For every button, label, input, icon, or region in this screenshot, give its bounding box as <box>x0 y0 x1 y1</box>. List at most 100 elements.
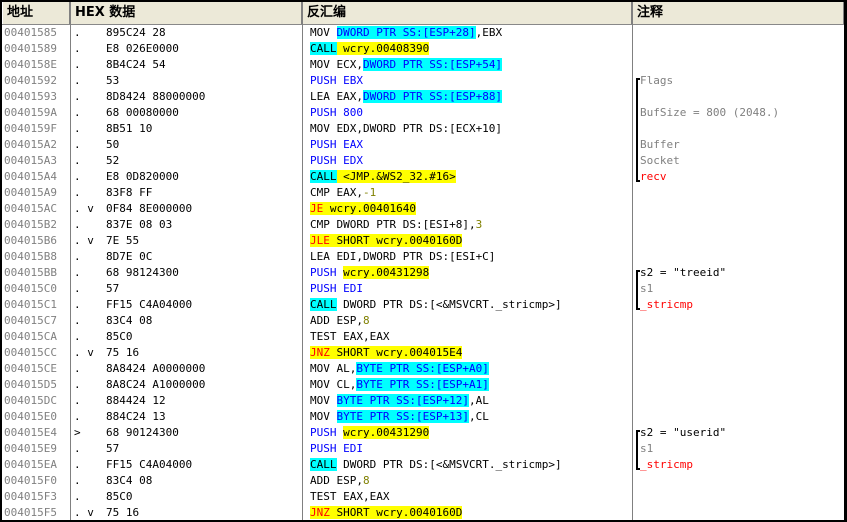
disassembly-cell: MOV EDX,DWORD PTR DS:[ECX+10] <box>310 121 635 137</box>
comment-cell <box>640 489 844 505</box>
instruction-row[interactable]: 004015F5 . v 75 16 JNZ SHORT wcry.0040160D <box>2 505 844 520</box>
instruction-row[interactable]: 00401593. 8D8424 88000000 LEA EAX,DWORD PT… <box>2 89 844 105</box>
instruction-row[interactable]: 004015E4 >68 90124300 PUSH wcry.00431290 s2… <box>2 425 844 441</box>
disassembler-window: 地址 HEX 数据 反汇编 注释 00401585. 895C24 28 MOV D… <box>0 0 847 522</box>
instruction-row[interactable]: 004015B6 . v 7E 55 JLE SHORT wcry.0040160D <box>2 233 844 249</box>
instruction-row[interactable]: 004015A3. 52 PUSH EDX Socket <box>2 153 844 169</box>
hex-cell: 0F84 8E000000 <box>106 202 193 215</box>
instruction-row[interactable]: 004015CA. 85C0 TEST EAX,EAX <box>2 329 844 345</box>
comment-cell <box>640 473 844 489</box>
jump-marker: . <box>74 362 81 375</box>
hex-cell: 83F8 FF <box>106 186 153 199</box>
hex-cell: 85C0 <box>106 490 133 503</box>
cpu-disassembly-pane[interactable]: 地址 HEX 数据 反汇编 注释 00401585. 895C24 28 MOV D… <box>2 2 844 520</box>
hex-cell: 75 16 <box>106 506 140 519</box>
call-args-bracket <box>636 78 640 182</box>
instruction-row[interactable]: 004015B2. 837E 08 03 CMP DWORD PTR DS:[ESI… <box>2 217 844 233</box>
asm-token: TEST EAX,EAX <box>310 490 390 503</box>
instruction-row[interactable]: 004015C1. FF15 C4A04000 CALL DWORD PTR DS:… <box>2 297 844 313</box>
instruction-row[interactable]: 004015C0. 57 PUSH EDI s1 <box>2 281 844 297</box>
instruction-row[interactable]: 004015B8. 8D7E 0C LEA EDI,DWORD PTR DS:[ES… <box>2 249 844 265</box>
jump-marker: . <box>74 442 81 455</box>
disassembly-cell: MOV AL,BYTE PTR SS:[ESP+A0] <box>310 361 635 377</box>
instruction-row[interactable]: 0040158E. 8B4C24 54 MOV ECX,DWORD PTR SS:[… <box>2 57 844 73</box>
asm-token: MOV <box>310 26 337 39</box>
hex-cell: 52 <box>106 154 120 167</box>
instruction-row[interactable]: 004015A9. 83F8 FF CMP EAX,-1 <box>2 185 844 201</box>
jump-marker: . <box>74 42 81 55</box>
asm-token: DWORD PTR DS:[<&MSVCRT._stricmp>] <box>336 298 562 311</box>
address-cell: 004015CE <box>4 362 57 375</box>
instruction-row[interactable]: 004015CE. 8A8424 A0000000 MOV AL,BYTE PTR … <box>2 361 844 377</box>
asm-token: JLE <box>310 234 330 247</box>
asm-token: SHORT wcry.004015E4 <box>329 346 463 359</box>
instruction-row[interactable]: 004015EA. FF15 C4A04000 CALL DWORD PTR DS:… <box>2 457 844 473</box>
column-disassembly[interactable]: 反汇编 <box>302 2 632 24</box>
instruction-row[interactable]: 004015AC . v 0F84 8E000000 JE wcry.00401640 <box>2 201 844 217</box>
column-address[interactable]: 地址 <box>2 2 70 24</box>
disassembly-cell: PUSH 800 <box>310 105 635 121</box>
comment-cell <box>640 233 844 249</box>
comment-cell: Buffer <box>640 138 680 151</box>
column-comment[interactable]: 注释 <box>632 2 844 24</box>
address-cell: 004015C1 <box>4 298 57 311</box>
jump-marker: . <box>74 186 81 199</box>
instruction-row[interactable]: 004015F0. 83C4 08 ADD ESP,8 <box>2 473 844 489</box>
asm-token: CALL <box>310 458 337 471</box>
hex-cell: FF15 C4A04000 <box>106 298 193 311</box>
jump-marker: . <box>74 122 81 135</box>
asm-token: DWORD PTR SS:[ESP+88] <box>362 90 503 103</box>
column-hex-data[interactable]: HEX 数据 <box>70 2 302 24</box>
asm-token: JNZ <box>310 346 330 359</box>
hex-cell: 8D8424 88000000 <box>106 90 206 103</box>
instruction-row[interactable]: 00401592. 53 PUSH EBX Flags <box>2 73 844 89</box>
address-cell: 00401592 <box>4 74 57 87</box>
jump-marker: . <box>74 298 81 311</box>
hex-cell: 8B51 10 <box>106 122 153 135</box>
instruction-row[interactable]: 004015CC . v 75 16 JNZ SHORT wcry.004015E4 <box>2 345 844 361</box>
instruction-row[interactable]: 004015A4. E8 0D820000 CALL <JMP.&WS2_32.#1… <box>2 169 844 185</box>
column-header: 地址 HEX 数据 反汇编 注释 <box>2 2 844 25</box>
disassembly-cell: PUSH EAX <box>310 137 635 153</box>
instruction-row[interactable]: 0040159A. 68 00080000 PUSH 800 BufSize = 80… <box>2 105 844 121</box>
address-cell: 004015AC <box>4 202 57 215</box>
instruction-row[interactable]: 004015C7. 83C4 08 ADD ESP,8 <box>2 313 844 329</box>
disassembly-cell: CALL DWORD PTR DS:[<&MSVCRT._stricmp>] <box>310 297 635 313</box>
instruction-row[interactable]: 004015F3. 85C0 TEST EAX,EAX <box>2 489 844 505</box>
hex-cell: 68 00080000 <box>106 106 179 119</box>
comment-cell <box>640 41 844 57</box>
instruction-row[interactable]: 004015A2. 50 PUSH EAX Buffer <box>2 137 844 153</box>
asm-token: BYTE PTR SS:[ESP+12] <box>336 394 469 407</box>
instruction-row[interactable]: 00401589. E8 026E0000 CALL wcry.00408390 <box>2 41 844 57</box>
jump-marker: . <box>74 394 81 407</box>
address-cell: 004015CA <box>4 330 57 343</box>
disassembly-cell: ADD ESP,8 <box>310 473 635 489</box>
disassembly-cell: TEST EAX,EAX <box>310 329 635 345</box>
instruction-row[interactable]: 004015E0. 884C24 13 MOV BYTE PTR SS:[ESP+1… <box>2 409 844 425</box>
jump-marker: . <box>74 330 81 343</box>
instruction-row[interactable]: 004015DC. 884424 12 MOV BYTE PTR SS:[ESP+1… <box>2 393 844 409</box>
jump-marker: . <box>74 410 81 423</box>
comment-cell <box>640 185 844 201</box>
comment-cell <box>640 217 844 233</box>
instruction-row[interactable]: 00401585. 895C24 28 MOV DWORD PTR SS:[ESP+… <box>2 25 844 41</box>
instruction-row[interactable]: 0040159F. 8B51 10 MOV EDX,DWORD PTR DS:[EC… <box>2 121 844 137</box>
instruction-row[interactable]: 004015E9. 57 PUSH EDI s1 <box>2 441 844 457</box>
comment-cell: _stricmp <box>640 458 693 471</box>
jump-marker: . <box>74 378 81 391</box>
instruction-row[interactable]: 004015D5. 8A8C24 A1000000 MOV CL,BYTE PTR … <box>2 377 844 393</box>
jump-marker: . <box>74 266 81 279</box>
jump-marker: > <box>74 426 81 439</box>
comment-cell <box>640 505 844 520</box>
asm-token: wcry.00431298 <box>343 266 430 279</box>
hex-cell: 8D7E 0C <box>106 250 153 263</box>
hex-cell: 85C0 <box>106 330 133 343</box>
instruction-row[interactable]: 004015BB. 68 98124300 PUSH wcry.00431298 s2… <box>2 265 844 281</box>
asm-token: PUSH <box>310 426 344 439</box>
jump-marker: . <box>74 170 81 183</box>
asm-token: DWORD PTR SS:[ESP+28] <box>336 26 476 39</box>
disassembly-cell: MOV BYTE PTR SS:[ESP+13],CL <box>310 409 635 425</box>
disassembly-cell: ADD ESP,8 <box>310 313 635 329</box>
asm-token: -1 <box>362 186 377 199</box>
jump-marker: . <box>74 90 81 103</box>
